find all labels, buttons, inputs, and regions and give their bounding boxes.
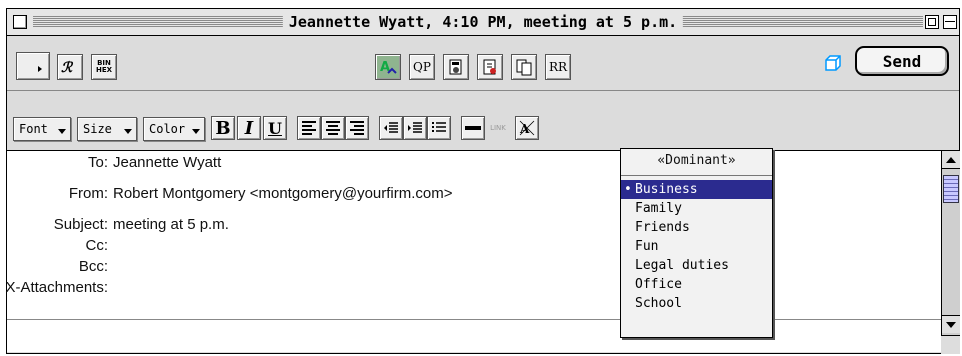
header-body-divider bbox=[7, 319, 941, 320]
copy-doc-icon bbox=[483, 59, 496, 75]
bin-hex-button[interactable]: BIN HEX bbox=[91, 54, 117, 80]
underline-button[interactable]: U bbox=[263, 116, 287, 140]
font-popup-label: Font bbox=[19, 122, 48, 136]
queue-cube-icon[interactable] bbox=[824, 54, 842, 72]
subject-value[interactable]: meeting at 5 p.m. bbox=[113, 216, 229, 233]
align-right-button[interactable] bbox=[345, 116, 369, 140]
clear-formatting-button[interactable]: A bbox=[515, 116, 539, 140]
size-popup-label: Size bbox=[83, 122, 112, 136]
outdent-icon bbox=[384, 122, 398, 133]
window-title: Jeannette Wyatt, 4:10 PM, meeting at 5 p… bbox=[282, 12, 684, 32]
message-header-area[interactable]: To: Jeannette Wyatt From: Robert Montgom… bbox=[5, 150, 941, 352]
keep-copies-button[interactable] bbox=[477, 54, 503, 80]
priority-popup-button[interactable] bbox=[16, 52, 50, 80]
indent-button[interactable] bbox=[403, 116, 427, 140]
align-center-icon bbox=[326, 121, 340, 135]
scroll-up-arrow-icon[interactable] bbox=[942, 151, 960, 169]
spell-check-icon: A bbox=[380, 60, 397, 75]
chevron-down-icon bbox=[58, 129, 66, 134]
bcc-label: Bcc: bbox=[78, 258, 108, 275]
title-bar[interactable]: Jeannette Wyatt, 4:10 PM, meeting at 5 p… bbox=[7, 9, 959, 36]
subject-label: Subject: bbox=[53, 216, 108, 233]
chevron-down-icon bbox=[192, 129, 200, 134]
bold-label: B bbox=[215, 117, 231, 139]
attachments-label: X-Attachments: bbox=[5, 279, 108, 296]
copy-to-button[interactable] bbox=[511, 54, 537, 80]
bin-hex-label: BIN HEX bbox=[95, 59, 113, 74]
horizontal-rule-icon bbox=[465, 126, 481, 130]
font-popup[interactable]: Font bbox=[13, 117, 71, 141]
format-toolbar: Font Size Color B I U LINK A bbox=[7, 93, 959, 151]
menu-item-office[interactable]: Office bbox=[621, 275, 772, 294]
indent-icon bbox=[408, 122, 422, 133]
from-value[interactable]: Robert Montgomery <montgomery@yourfirm.c… bbox=[113, 185, 453, 202]
resize-grip-icon[interactable] bbox=[941, 335, 960, 354]
send-button[interactable]: Send bbox=[855, 46, 949, 76]
message-window: Jeannette Wyatt, 4:10 PM, meeting at 5 p… bbox=[5, 8, 960, 354]
cc-label: Cc: bbox=[85, 237, 109, 254]
italic-button[interactable]: I bbox=[237, 116, 261, 140]
top-caption-fragment bbox=[4, 0, 204, 6]
link-label: LINK bbox=[490, 124, 506, 132]
italic-label: I bbox=[244, 117, 254, 139]
scroll-thumb[interactable] bbox=[943, 175, 959, 203]
bullet-list-button[interactable] bbox=[427, 116, 451, 140]
bold-button[interactable]: B bbox=[211, 116, 235, 140]
personality-menu[interactable]: «Dominant» Business Family Friends Fun L… bbox=[620, 148, 773, 338]
personality-menu-title[interactable]: «Dominant» bbox=[621, 149, 772, 173]
scroll-down-arrow-icon[interactable] bbox=[942, 315, 960, 333]
underline-label: U bbox=[268, 118, 282, 138]
text-as-attachment-button[interactable] bbox=[443, 54, 469, 80]
menu-item-business[interactable]: Business bbox=[621, 180, 772, 199]
horizontal-rule-button[interactable] bbox=[461, 116, 485, 140]
menu-item-family[interactable]: Family bbox=[621, 199, 772, 218]
duplicate-doc-icon bbox=[516, 59, 532, 76]
align-left-icon bbox=[302, 121, 316, 135]
menu-item-school[interactable]: School bbox=[621, 294, 772, 313]
icon-toolbar: ℛ BIN HEX A QP RR Send bbox=[7, 37, 959, 91]
align-right-icon bbox=[350, 121, 364, 135]
outdent-button[interactable] bbox=[379, 116, 403, 140]
to-label: To: bbox=[87, 154, 108, 171]
document-stack-icon bbox=[449, 59, 462, 75]
quoted-printable-button[interactable]: QP bbox=[409, 54, 435, 80]
color-popup[interactable]: Color bbox=[143, 117, 205, 141]
signature-icon: ℛ bbox=[61, 60, 74, 75]
close-box[interactable] bbox=[13, 15, 27, 29]
zoom-box[interactable] bbox=[925, 15, 939, 29]
spell-check-button[interactable]: A bbox=[375, 54, 401, 80]
collapse-box[interactable] bbox=[943, 15, 957, 29]
chevron-down-icon bbox=[124, 129, 132, 134]
link-button[interactable]: LINK bbox=[485, 116, 511, 140]
return-receipt-button[interactable]: RR bbox=[545, 54, 571, 80]
bullet-list-icon bbox=[432, 122, 446, 132]
menu-separator bbox=[621, 175, 772, 176]
menu-item-fun[interactable]: Fun bbox=[621, 237, 772, 256]
align-left-button[interactable] bbox=[297, 116, 321, 140]
vertical-scrollbar[interactable] bbox=[941, 150, 960, 354]
menu-item-friends[interactable]: Friends bbox=[621, 218, 772, 237]
clear-formatting-icon: A bbox=[519, 120, 535, 136]
to-value[interactable]: Jeannette Wyatt bbox=[113, 154, 221, 171]
qp-label: QP bbox=[413, 60, 431, 74]
color-popup-label: Color bbox=[149, 122, 186, 136]
signature-button[interactable]: ℛ bbox=[57, 54, 83, 80]
from-label: From: bbox=[68, 185, 108, 202]
rr-label: RR bbox=[548, 60, 568, 74]
menu-item-legal-duties[interactable]: Legal duties bbox=[621, 256, 772, 275]
svg-text:ℛ: ℛ bbox=[61, 60, 74, 75]
align-center-button[interactable] bbox=[321, 116, 345, 140]
size-popup[interactable]: Size bbox=[77, 117, 137, 141]
